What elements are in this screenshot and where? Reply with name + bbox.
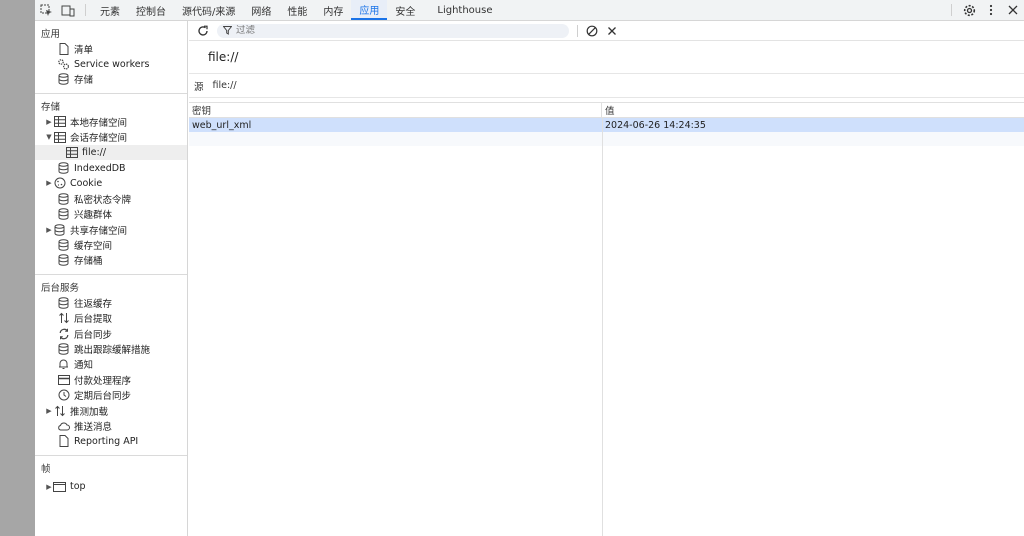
devtools-toolbar: 元素 控制台 源代码/来源 网络 性能 内存 应用 安全 Lighthouse: [35, 0, 1024, 21]
database-icon: [57, 254, 70, 267]
storage-toolbar: [189, 21, 1024, 41]
table-icon: [53, 116, 66, 128]
sidebar-item-cookie[interactable]: ▶ Cookie: [35, 176, 187, 191]
origin-row: 源 file://: [189, 74, 1024, 98]
filter-funnel-icon: [223, 26, 232, 35]
origin-value: file://: [212, 80, 237, 91]
clock-icon: [57, 389, 70, 401]
toolbar-separator: [577, 24, 578, 37]
sidebar-item-back-forward-cache[interactable]: 往返缓存: [35, 295, 187, 310]
expand-arrow-icon[interactable]: ▶: [45, 483, 53, 491]
database-icon: [57, 193, 70, 205]
application-sidebar: 应用 清单 Service workers 存储 存储 ▶ 本地存储空间 ▼ 会…: [35, 21, 188, 536]
sidebar-item-speculative-loads[interactable]: ▶ 推测加载: [35, 403, 187, 418]
sidebar-item-local-storage[interactable]: ▶ 本地存储空间: [35, 114, 187, 129]
sidebar-item-session-storage[interactable]: ▼ 会话存储空间: [35, 130, 187, 145]
collapse-arrow-icon[interactable]: ▼: [45, 133, 53, 141]
sidebar-item-indexeddb[interactable]: IndexedDB: [35, 160, 187, 175]
more-options-icon[interactable]: [980, 0, 1002, 20]
clear-all-icon[interactable]: [584, 25, 600, 37]
sidebar-item-reporting-api[interactable]: Reporting API: [35, 434, 187, 449]
expand-arrow-icon[interactable]: ▶: [45, 179, 53, 187]
sidebar-item-storage-buckets[interactable]: 存储桶: [35, 253, 187, 268]
section-title-storage: 存储: [41, 102, 61, 114]
database-icon: [57, 162, 70, 174]
section-title-background-services: 后台服务: [41, 283, 80, 295]
cell-key[interactable]: web_url_xml: [189, 118, 602, 132]
filter-box[interactable]: [217, 23, 569, 38]
cookie-icon: [53, 177, 66, 189]
toolbar-separator: [85, 4, 86, 16]
column-header-value[interactable]: 值: [602, 103, 1024, 117]
card-icon: [57, 374, 70, 386]
sidebar-item-session-file-origin[interactable]: file://: [35, 144, 187, 161]
delete-selected-icon[interactable]: [604, 25, 620, 37]
file-icon: [57, 435, 70, 448]
tab-elements[interactable]: 元素: [92, 0, 128, 20]
toolbar-separator: [951, 4, 952, 16]
file-icon: [57, 42, 70, 55]
tab-application[interactable]: 应用: [351, 0, 388, 20]
expand-arrow-icon[interactable]: ▶: [45, 226, 53, 234]
table-icon: [65, 147, 78, 159]
cell-value[interactable]: 2024-06-26 14:24:35: [602, 118, 1024, 132]
tab-lighthouse[interactable]: Lighthouse: [423, 0, 500, 20]
table-row-empty: [189, 132, 1024, 146]
tab-memory[interactable]: 内存: [315, 0, 351, 20]
sync-icon: [57, 328, 70, 340]
sidebar-item-push-messaging[interactable]: 推送消息: [35, 418, 187, 433]
sidebar-item-shared-storage[interactable]: ▶ 共享存储空间: [35, 222, 187, 237]
key-value-table: 密钥 值 web_url_xml 2024-06-26 14:24:35: [189, 102, 1024, 536]
cloud-icon: [57, 420, 70, 432]
sidebar-item-cache-storage[interactable]: 缓存空间: [35, 237, 187, 252]
refresh-icon[interactable]: [195, 25, 211, 37]
session-storage-panel: file:// 源 file:// 密钥 值 web_url_xml 2024-…: [189, 21, 1024, 536]
sidebar-item-private-state-tokens[interactable]: 私密状态令牌: [35, 191, 187, 206]
origin-title: file://: [189, 41, 1024, 74]
updown-arrows-icon: [53, 405, 66, 417]
bell-icon: [57, 358, 70, 370]
section-title-frames: 帧: [41, 463, 51, 475]
tab-sources[interactable]: 源代码/来源: [174, 0, 243, 20]
tab-performance[interactable]: 性能: [279, 0, 315, 20]
database-icon: [53, 223, 66, 236]
tab-console[interactable]: 控制台: [128, 0, 174, 20]
expand-arrow-icon[interactable]: ▶: [45, 118, 53, 126]
section-title-application: 应用: [41, 29, 61, 40]
tab-network[interactable]: 网络: [243, 0, 279, 20]
sidebar-item-bounce-tracking-mitigations[interactable]: 跳出跟踪缓解措施: [35, 341, 187, 356]
table-header: 密钥 值: [189, 102, 1024, 118]
sidebar-item-manifest[interactable]: 清单: [35, 41, 187, 56]
sidebar-item-notifications[interactable]: 通知: [35, 357, 187, 372]
updown-arrows-icon: [57, 312, 70, 324]
table-row[interactable]: web_url_xml 2024-06-26 14:24:35: [189, 118, 1024, 132]
sidebar-item-frame-top[interactable]: ▶ top: [35, 479, 187, 494]
sidebar-item-interest-groups[interactable]: 兴趣群体: [35, 207, 187, 222]
expand-arrow-icon[interactable]: ▶: [45, 407, 53, 415]
origin-label: 源: [194, 81, 204, 93]
sidebar-item-background-sync[interactable]: 后台同步: [35, 326, 187, 341]
sidebar-item-background-fetch[interactable]: 后台提取: [35, 310, 187, 325]
column-header-key[interactable]: 密钥: [189, 103, 602, 117]
inspect-element-icon[interactable]: [35, 0, 57, 20]
filter-input[interactable]: [236, 25, 556, 36]
device-toolbar-icon[interactable]: [57, 0, 79, 20]
devtools-window: 元素 控制台 源代码/来源 网络 性能 内存 应用 安全 Lighthouse …: [35, 0, 1024, 536]
database-icon: [57, 343, 70, 355]
tab-security[interactable]: 安全: [387, 0, 423, 20]
database-icon: [57, 73, 70, 86]
database-icon: [57, 239, 70, 251]
database-icon: [57, 208, 70, 221]
gears-icon: [57, 58, 70, 70]
sidebar-item-periodic-background-sync[interactable]: 定期后台同步: [35, 387, 187, 402]
window-icon: [53, 481, 66, 493]
sidebar-item-payment-handler[interactable]: 付款处理程序: [35, 372, 187, 387]
close-devtools-icon[interactable]: [1002, 0, 1024, 20]
sidebar-item-storage-overview[interactable]: 存储: [35, 72, 187, 87]
table-icon: [53, 131, 66, 143]
sidebar-item-service-workers[interactable]: Service workers: [35, 56, 187, 71]
database-icon: [57, 296, 70, 309]
settings-gear-icon[interactable]: [958, 0, 980, 20]
column-divider: [602, 118, 603, 536]
